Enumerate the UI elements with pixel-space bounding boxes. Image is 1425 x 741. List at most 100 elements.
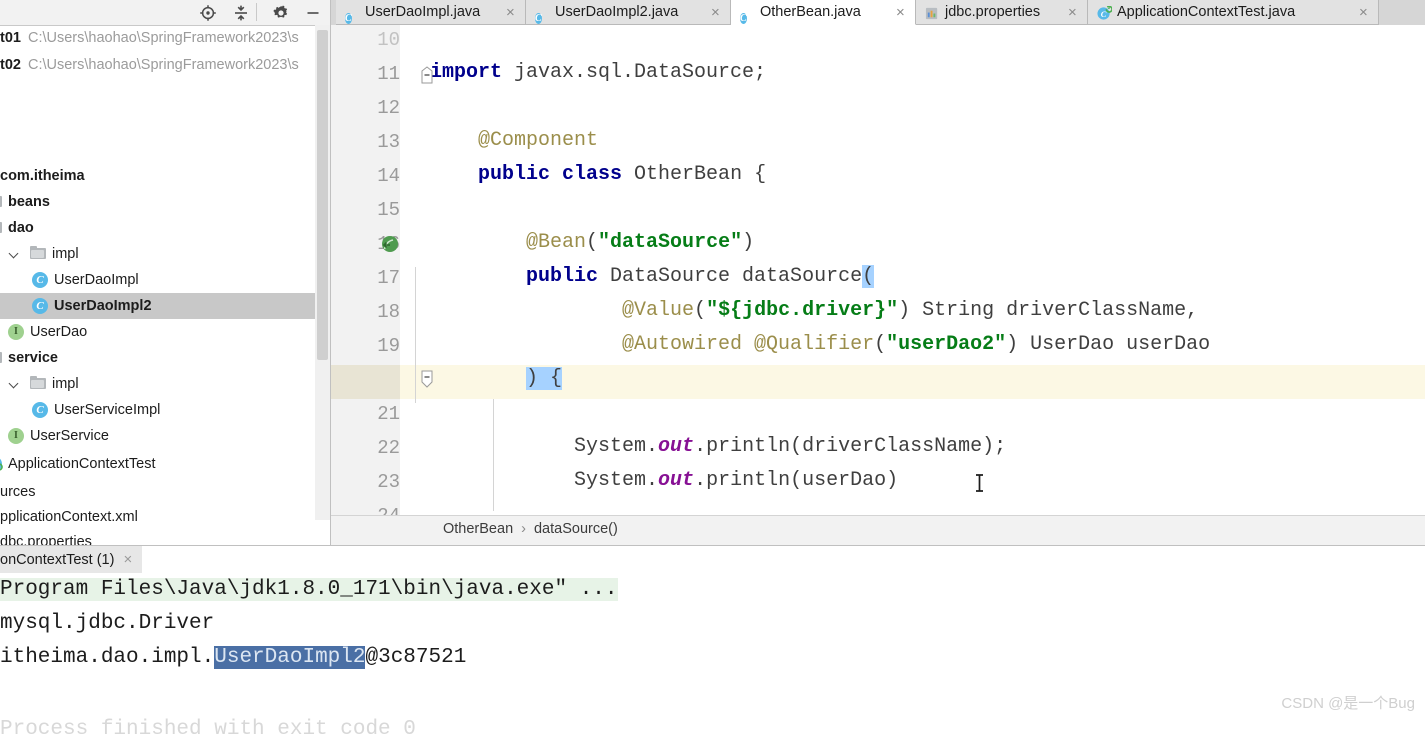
run-tab[interactable]: onContextTest (1) ×: [0, 546, 143, 573]
tree-item-label: beans: [8, 194, 50, 210]
java-class-icon: C: [345, 13, 352, 24]
close-icon[interactable]: ×: [711, 0, 720, 24]
recent-project-name: t01: [0, 30, 21, 46]
close-icon[interactable]: ×: [896, 0, 905, 24]
code-line[interactable]: public DataSource dataSource(: [430, 265, 875, 288]
breadcrumb-method[interactable]: dataSource(): [534, 521, 618, 537]
tree-item-label: UserDaoImpl: [54, 272, 139, 288]
line-number: 24: [345, 505, 400, 515]
close-icon[interactable]: ×: [506, 0, 515, 24]
tree-item-com-itheima[interactable]: com.itheima: [0, 163, 331, 189]
tree-item-impl[interactable]: impl: [0, 371, 331, 397]
project-scrollbar-thumb[interactable]: [317, 30, 328, 360]
tree-item-userservice[interactable]: I UserService: [0, 423, 331, 449]
close-icon[interactable]: ×: [123, 551, 132, 568]
tree-item-userdao[interactable]: I UserDao: [0, 319, 331, 345]
close-icon[interactable]: ×: [1068, 0, 1077, 24]
recent-project-row[interactable]: t02 C:\Users\haohao\SpringFramework2023\s: [0, 54, 299, 76]
close-icon[interactable]: ×: [1359, 0, 1368, 24]
java-interface-icon: I: [8, 324, 24, 340]
recent-project-path: C:\Users\haohao\SpringFramework2023\s: [27, 30, 299, 46]
tree-item-userdaoimpl2[interactable]: C UserDaoImpl2: [0, 293, 331, 319]
chevron-down-icon[interactable]: [10, 379, 20, 389]
line-number: 19: [377, 335, 400, 357]
recent-project-row[interactable]: t01 C:\Users\haohao\SpringFramework2023\s: [0, 27, 299, 49]
code-line[interactable]: System.out.println(userDao): [430, 469, 898, 492]
line-number: 17: [377, 267, 400, 289]
editor-tab-applicationcontexttest-java[interactable]: C ApplicationContextTest.java ×: [1088, 0, 1379, 25]
text-cursor-icon: [974, 473, 983, 492]
run-tab-label: onContextTest (1): [0, 552, 115, 568]
folder-icon: [30, 246, 46, 260]
breadcrumb-class[interactable]: OtherBean: [443, 521, 513, 537]
properties-file-icon: [925, 5, 940, 20]
tree-item-pplicationcontext-xml[interactable]: pplicationContext.xml: [0, 504, 331, 530]
java-class-icon: C: [32, 298, 48, 314]
tree-item-label: service: [8, 350, 58, 366]
console-text: @3c87521: [365, 646, 467, 669]
code-line[interactable]: @Bean("dataSource"): [430, 231, 754, 254]
line-number: 22: [377, 437, 400, 459]
selected-text: (: [862, 265, 875, 288]
console-line[interactable]: mysql.jdbc.Driver: [0, 612, 214, 635]
code-line[interactable]: ) {: [430, 367, 563, 390]
tree-item-userdaoimpl[interactable]: C UserDaoImpl: [0, 267, 331, 293]
tree-item-label: ApplicationContextTest: [8, 456, 156, 472]
editor-tab-jdbc-properties[interactable]: jdbc.properties ×: [916, 0, 1088, 25]
editor-tab-label: UserDaoImpl2.java: [555, 4, 679, 20]
tree-item-urces[interactable]: urces: [0, 479, 331, 505]
tree-item-label: UserServiceImpl: [54, 402, 161, 418]
code-line[interactable]: @Value("${jdbc.driver}") String driverCl…: [430, 299, 1198, 322]
bean-gutter-icon[interactable]: [379, 234, 401, 261]
folder-icon: [30, 376, 46, 390]
line-number: 15: [377, 199, 400, 221]
console-line[interactable]: itheima.dao.impl.UserDaoImpl2@3c87521: [0, 646, 466, 669]
tree-item-label: com.itheima: [0, 168, 85, 184]
tree-item-impl[interactable]: impl: [0, 241, 331, 267]
editor-tab-label: ApplicationContextTest.java: [1117, 4, 1296, 20]
code-line[interactable]: @Autowired @Qualifier("userDao2") UserDa…: [430, 333, 1210, 356]
console-text: Process finished with exit code 0: [0, 718, 416, 741]
code-line[interactable]: System.out.println(driverClassName);: [430, 435, 1006, 458]
editor-tab-userdaoimpl-java[interactable]: C UserDaoImpl.java ×: [336, 0, 526, 25]
tree-item-dao[interactable]: dao: [0, 215, 331, 241]
tree-item-label: urces: [0, 484, 36, 500]
collapse-all-icon[interactable]: [231, 3, 251, 23]
console-line[interactable]: Process finished with exit code 0: [0, 718, 416, 741]
recent-project-path: C:\Users\haohao\SpringFramework2023\s: [27, 57, 299, 73]
line-number: 21: [377, 403, 400, 425]
current-line-gutter-highlight: [331, 365, 400, 399]
line-number: 12: [377, 97, 400, 119]
tree-item-applicationcontexttest[interactable]: C ApplicationContextTest: [0, 451, 331, 477]
chevron-down-icon[interactable]: [10, 249, 20, 259]
line-number: 18: [377, 301, 400, 323]
editor-tab-otherbean-java[interactable]: C OtherBean.java ×: [731, 0, 916, 25]
line-number: 10: [377, 29, 400, 51]
breadcrumb[interactable]: OtherBean › dataSource(): [331, 515, 1425, 546]
locate-target-icon[interactable]: [198, 3, 218, 23]
editor-tab-label: OtherBean.java: [760, 4, 861, 20]
code-line[interactable]: public class OtherBean {: [430, 163, 766, 186]
console-output[interactable]: Program Files\Java\jdk1.8.0_171\bin\java…: [0, 578, 1425, 741]
code-line[interactable]: import javax.sql.DataSource;: [430, 61, 766, 84]
line-number: 13: [377, 131, 400, 153]
settings-gear-icon[interactable]: [271, 3, 291, 23]
hide-panel-icon[interactable]: [303, 3, 323, 23]
code-editor[interactable]: 101112131415161718192021222324 import ja…: [331, 25, 1425, 515]
tree-item-label: UserDaoImpl2: [54, 298, 152, 314]
folder-icon: [0, 220, 2, 234]
fold-collapse-icon[interactable]: [419, 66, 435, 84]
tree-item-beans[interactable]: beans: [0, 189, 331, 215]
editor-tab-userdaoimpl2-java[interactable]: C UserDaoImpl2.java ×: [526, 0, 731, 25]
code-line[interactable]: @Component: [430, 129, 598, 152]
fold-end-icon[interactable]: [419, 370, 435, 388]
console-line[interactable]: Program Files\Java\jdk1.8.0_171\bin\java…: [0, 578, 618, 601]
tree-item-service[interactable]: service: [0, 345, 331, 371]
tree-item-label: UserService: [30, 428, 109, 444]
editor-gutter[interactable]: 101112131415161718192021222324: [331, 25, 400, 515]
project-panel: t01 C:\Users\haohao\SpringFramework2023\s…: [0, 0, 331, 550]
selected-text: ) {: [526, 367, 563, 390]
tree-item-userserviceimpl[interactable]: C UserServiceImpl: [0, 397, 331, 423]
folder-icon: [0, 350, 2, 364]
java-class-icon: C: [740, 13, 747, 24]
